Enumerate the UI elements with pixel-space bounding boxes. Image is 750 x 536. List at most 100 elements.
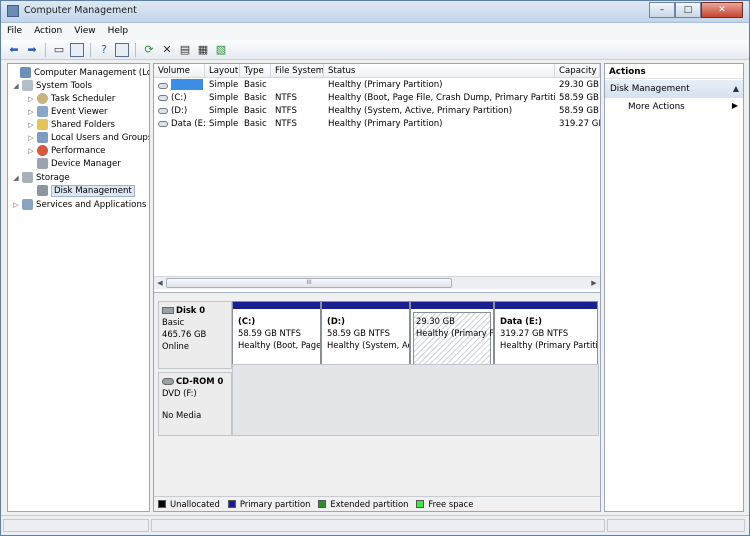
layout-cell: Simple (209, 93, 239, 103)
event-viewer-icon (37, 106, 48, 117)
actions-pane: Actions Disk Management ▲ More Actions ▶ (604, 63, 744, 512)
more-actions-item[interactable]: More Actions ▶ (605, 98, 743, 114)
disk-0-info[interactable]: Disk 0 Basic 465.76 GB Online (158, 301, 232, 369)
actions-title: Actions (605, 64, 743, 79)
menu-help[interactable]: Help (102, 23, 135, 40)
maximize-button[interactable]: □ (675, 2, 701, 18)
tree-item-label: Event Viewer (51, 106, 108, 117)
layout-cell: Simple (209, 119, 239, 129)
volume-row[interactable]: (C:) Simple Basic NTFS Healthy (Boot, Pa… (154, 92, 600, 105)
help-icon[interactable]: ? (97, 43, 111, 57)
volume-row[interactable]: (D:) Simple Basic NTFS Healthy (System, … (154, 105, 600, 118)
hard-disk-icon (162, 307, 174, 314)
column-header-type[interactable]: Type (240, 64, 271, 78)
column-header-capacity[interactable]: Capacity (555, 64, 600, 78)
show-hide-tree-icon[interactable] (70, 42, 84, 57)
type-cell: Basic (244, 93, 267, 103)
expand-toggle[interactable]: ▷ (27, 95, 35, 103)
volume-name: (C:) (171, 93, 187, 103)
tree-item-storage[interactable]: ◢ Storage (12, 171, 70, 184)
toolbar: ⬅ ➡ ▭ ? ⟳ ✕ ▤ ▦ ▧ (1, 40, 749, 60)
column-header-layout[interactable]: Layout (205, 64, 240, 78)
properties-icon[interactable]: ▤ (178, 43, 192, 57)
back-icon[interactable]: ⬅ (7, 43, 21, 57)
forward-icon[interactable]: ➡ (25, 43, 39, 57)
tree-item-system-tools[interactable]: ◢ System Tools (12, 79, 92, 92)
scroll-left-icon[interactable]: ◀ (154, 278, 166, 288)
volume-row[interactable]: Simple Basic Healthy (Primary Partition)… (154, 79, 600, 92)
tree-item-device-manager[interactable]: Device Manager (27, 157, 121, 170)
expand-toggle[interactable]: ▷ (27, 134, 35, 142)
primary-partition-bar (233, 302, 320, 309)
tree-item-task-scheduler[interactable]: ▷ Task Scheduler (27, 92, 115, 105)
disk-graphical-view: Disk 0 Basic 465.76 GB Online (C:) 58.59… (154, 292, 600, 497)
partition-d[interactable]: (D:) 58.59 GB NTFS Healthy (System, Ac (321, 301, 410, 369)
export-list-icon[interactable]: ▧ (214, 43, 228, 57)
column-header-volume[interactable]: Volume (154, 64, 205, 78)
capacity-cell: 319.27 GB (559, 119, 600, 129)
layout-cell: Simple (209, 80, 239, 90)
up-folder-icon[interactable]: ▭ (52, 43, 66, 57)
tree-item-label: System Tools (36, 80, 92, 91)
tree-item-performance[interactable]: ▷ Performance (27, 144, 105, 157)
tree-item-disk-management[interactable]: Disk Management (27, 184, 135, 197)
tree-item-label: Disk Management (51, 184, 135, 197)
tree-item-event-viewer[interactable]: ▷ Event Viewer (27, 105, 108, 118)
volume-cell: (D:) (154, 105, 205, 118)
partition-c[interactable]: (C:) 58.59 GB NTFS Healthy (Boot, Page (232, 301, 321, 369)
menu-action[interactable]: Action (28, 23, 68, 40)
status-cell (607, 519, 745, 532)
scrollbar-thumb[interactable]: III (166, 278, 452, 288)
tree-item-label: Storage (36, 172, 70, 183)
column-header-file-system[interactable]: File System (271, 64, 324, 78)
delete-icon[interactable]: ✕ (160, 43, 174, 57)
column-header-status[interactable]: Status (324, 64, 555, 78)
partition-status: Healthy (System, Ac (327, 340, 410, 350)
tree-item-services-applications[interactable]: ▷ Services and Applications (12, 198, 146, 211)
volume-name: Data (E:) (171, 119, 205, 129)
menu-file[interactable]: File (1, 23, 28, 40)
horizontal-scrollbar[interactable]: ◀ III ▶ (154, 276, 600, 289)
status-cell (151, 519, 605, 532)
toolbar-separator (90, 42, 91, 57)
cdrom-0-info[interactable]: CD-ROM 0 DVD (F:) No Media (158, 372, 232, 436)
disk-kind: Basic (162, 317, 185, 327)
partition-unlabeled[interactable]: 29.30 GB Healthy (Primary P (410, 301, 494, 369)
expand-toggle[interactable]: ◢ (12, 82, 20, 90)
expand-toggle[interactable]: ▷ (12, 201, 20, 209)
disk-name: Disk 0 (176, 305, 206, 315)
actions-section-disk-management[interactable]: Disk Management ▲ (605, 80, 743, 98)
disk-management-pane: Volume Layout Type File System Status Ca… (153, 63, 601, 512)
volume-icon (158, 121, 168, 127)
file-system-cell: NTFS (275, 93, 297, 103)
file-system-cell: NTFS (275, 106, 297, 116)
status-cell: Healthy (Boot, Page File, Crash Dump, Pr… (328, 93, 555, 103)
collapse-icon[interactable]: ▲ (733, 84, 739, 93)
console-pane-icon[interactable] (115, 42, 129, 57)
volume-row[interactable]: Data (E:) Simple Basic NTFS Healthy (Pri… (154, 118, 600, 131)
tree-item-computer-management[interactable]: Computer Management (Local (10, 66, 149, 79)
legend-item: Unallocated (158, 499, 220, 509)
partition-data-e[interactable]: Data (E:) 319.27 GB NTFS Healthy (Primar… (494, 301, 598, 369)
minimize-button[interactable]: – (649, 2, 675, 18)
type-cell: Basic (244, 80, 267, 90)
capacity-cell: 29.30 GB (559, 80, 599, 90)
tree-item-shared-folders[interactable]: ▷ Shared Folders (27, 118, 115, 131)
disk-state: Online (162, 341, 190, 351)
title-bar[interactable]: Computer Management – □ ✕ (1, 1, 749, 23)
partition-label: (C:) (238, 316, 256, 326)
scroll-right-icon[interactable]: ▶ (588, 278, 600, 288)
expand-toggle[interactable]: ▷ (27, 121, 35, 129)
close-button[interactable]: ✕ (701, 2, 743, 18)
cdrom-icon (162, 378, 174, 385)
expand-toggle[interactable]: ▷ (27, 147, 35, 155)
expand-toggle[interactable]: ▷ (27, 108, 35, 116)
open-icon[interactable]: ▦ (196, 43, 210, 57)
tree-item-local-users[interactable]: ▷ Local Users and Groups (27, 131, 150, 144)
menu-view[interactable]: View (68, 23, 101, 40)
legend-label: Primary partition (239, 499, 311, 509)
refresh-icon[interactable]: ⟳ (142, 43, 156, 57)
expand-toggle[interactable]: ◢ (12, 174, 20, 182)
tree-item-label: Local Users and Groups (51, 132, 150, 143)
partition-label: (D:) (327, 316, 345, 326)
